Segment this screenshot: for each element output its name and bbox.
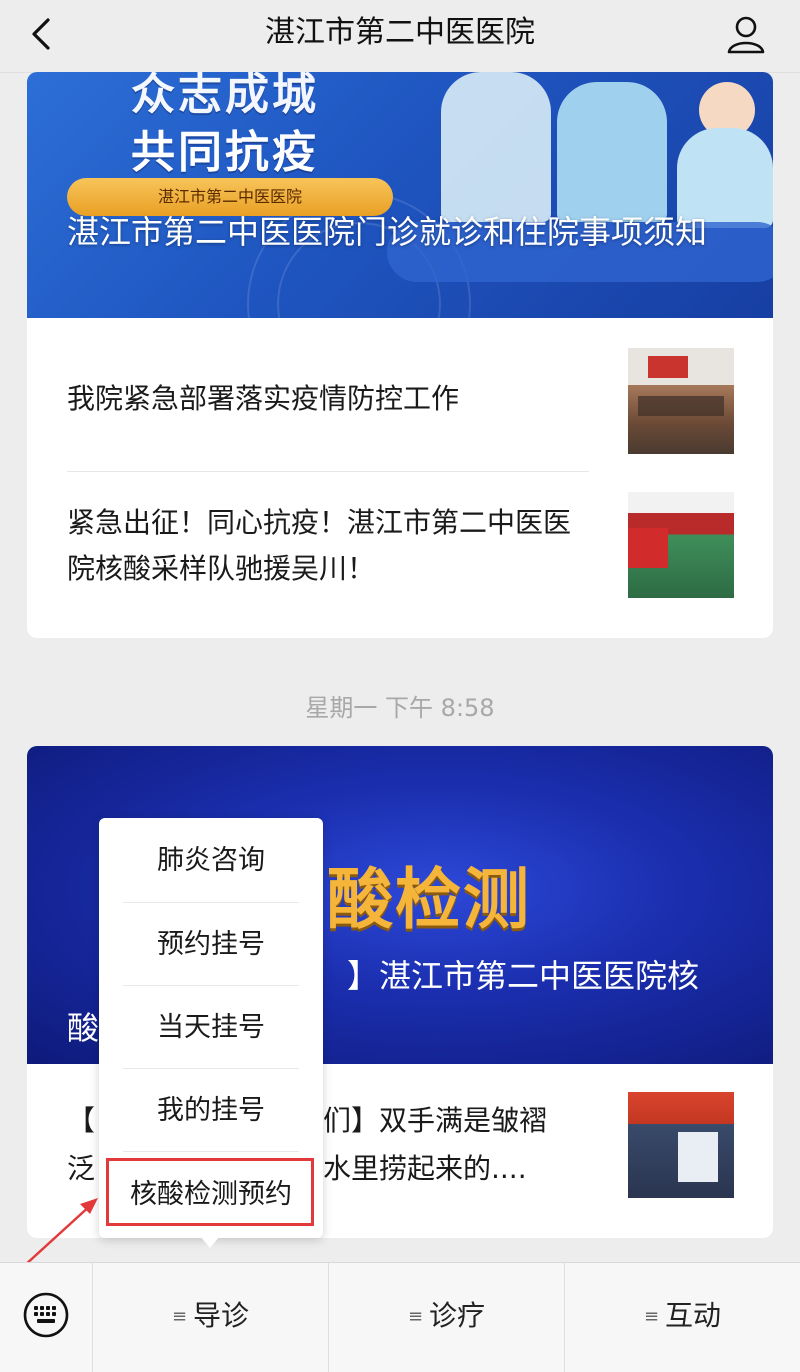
banner-slogan-line2: 共同抗疫	[131, 127, 319, 178]
message-timestamp: 星期一 下午 8:58	[305, 694, 495, 722]
banner-slogan-line1: 众志成城	[131, 72, 319, 120]
menu-item-same-day-registration[interactable]: 当天挂号	[99, 987, 323, 1069]
tab-guide[interactable]: ≡ 导诊	[93, 1263, 328, 1372]
menu-divider	[123, 1151, 299, 1152]
article-card-1: 众志成城 共同抗疫 湛江市第二中医医院 湛江市第二中医医院门诊就诊和住院事项须知…	[27, 72, 773, 638]
menu-item-appointment-registration[interactable]: 预约挂号	[99, 904, 323, 986]
keyboard-toggle-icon[interactable]	[22, 1291, 70, 1339]
list-item-title-line1-right: 们】双手满是皱褶	[323, 1104, 548, 1137]
tab-interaction[interactable]: ≡ 互动	[565, 1263, 800, 1372]
banner-headline: 酸检测	[327, 861, 531, 938]
back-arrow-icon[interactable]	[24, 14, 64, 54]
medic-figure-illustration	[557, 82, 667, 222]
menu-caret	[200, 1236, 220, 1248]
list-item-title: 我院紧急部署落实疫情防控工作	[67, 382, 460, 415]
list-item-title-line2-right: 水里捞起来的....	[323, 1152, 527, 1185]
tab-guide-label: 导诊	[193, 1299, 250, 1332]
tab-interaction-label: 互动	[665, 1299, 722, 1332]
bottom-menu-bar: ≡ 导诊 ≡ 诊疗 ≡ 互动	[0, 1262, 800, 1372]
menu-divider	[123, 985, 299, 986]
list-item-title: 紧急出征！同心抗疫！湛江市第二中医医院核酸采样队驰援吴川！	[67, 506, 572, 585]
list-item[interactable]: 我院紧急部署落实疫情防控工作	[27, 318, 773, 472]
menu-item-my-registrations[interactable]: 我的挂号	[99, 1070, 323, 1152]
menu-icon: ≡	[643, 1306, 660, 1327]
article-thumbnail	[628, 1092, 734, 1198]
article-thumbnail	[628, 492, 734, 598]
banner-slogan: 众志成城 共同抗疫	[131, 72, 319, 182]
profile-icon[interactable]	[724, 12, 768, 56]
navigation-bar: 湛江市第二中医医院	[0, 0, 800, 73]
photo-element	[678, 1132, 718, 1182]
featured-article-title: 湛江市第二中医医院门诊就诊和住院事项须知	[67, 213, 708, 251]
photo-element	[638, 396, 724, 416]
menu-icon: ≡	[407, 1306, 424, 1327]
tab-treatment[interactable]: ≡ 诊疗	[329, 1263, 564, 1372]
photo-element	[648, 356, 688, 378]
list-item-title-line1-left: 【	[67, 1104, 96, 1137]
page-title: 湛江市第二中医医院	[265, 15, 535, 50]
highlight-box	[106, 1158, 314, 1226]
tab-treatment-label: 诊疗	[429, 1299, 486, 1332]
featured-article-banner[interactable]: 众志成城 共同抗疫 湛江市第二中医医院 湛江市第二中医医院门诊就诊和住院事项须知	[27, 72, 773, 416]
article-thumbnail	[628, 348, 734, 454]
photo-element	[628, 528, 668, 568]
pointer-arrow-icon	[23, 1198, 98, 1267]
menu-divider	[123, 902, 299, 903]
list-item[interactable]: 紧急出征！同心抗疫！湛江市第二中医医院核酸采样队驰援吴川！	[27, 472, 773, 638]
medic-figure-illustration	[441, 72, 551, 222]
menu-item-pneumonia-consult[interactable]: 肺炎咨询	[99, 820, 323, 902]
list-item-title-line2-left: 泛	[67, 1152, 96, 1185]
menu-icon: ≡	[171, 1306, 188, 1327]
menu-divider	[123, 1068, 299, 1069]
